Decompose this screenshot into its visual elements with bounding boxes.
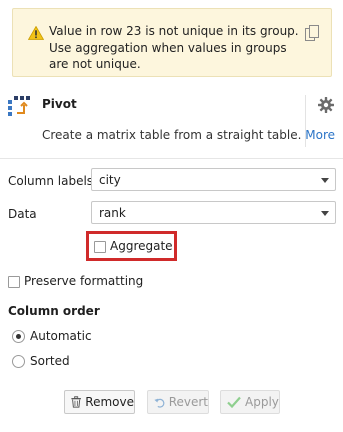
copy-icon[interactable]	[305, 25, 319, 41]
checkmark-icon	[227, 396, 241, 408]
widget-title: Pivot	[42, 97, 77, 111]
column-order-title: Column order	[8, 304, 100, 318]
aggregate-checkbox[interactable]	[94, 241, 106, 253]
revert-button-label: Revert	[168, 395, 208, 409]
sorted-label[interactable]: Sorted	[30, 354, 70, 368]
apply-button[interactable]: Apply	[220, 390, 280, 414]
pivot-icon	[8, 96, 30, 116]
widget-description: Create a matrix table from a straight ta…	[42, 128, 335, 142]
apply-button-label: Apply	[245, 395, 279, 409]
chevron-down-icon	[321, 211, 329, 216]
column-labels-value: city	[99, 173, 121, 187]
trash-icon	[71, 396, 81, 408]
aggregate-label[interactable]: Aggregate	[110, 239, 173, 253]
undo-icon	[154, 398, 165, 408]
remove-button[interactable]: Remove	[64, 390, 135, 414]
remove-button-label: Remove	[85, 395, 134, 409]
chevron-down-icon	[321, 178, 329, 183]
warning-banner: Value in row 23 is not unique in its gro…	[12, 8, 332, 77]
preserve-formatting-label[interactable]: Preserve formatting	[24, 274, 143, 288]
more-link[interactable]: More	[305, 128, 335, 142]
data-select[interactable]: rank	[91, 201, 336, 224]
sorted-radio[interactable]	[12, 355, 25, 368]
revert-button[interactable]: Revert	[147, 390, 209, 414]
column-labels-select[interactable]: city	[91, 168, 336, 191]
automatic-radio[interactable]	[12, 330, 25, 343]
data-value: rank	[99, 206, 126, 220]
warning-message: Value in row 23 is not unique in its gro…	[49, 24, 299, 71]
aggregate-highlight: Aggregate	[86, 231, 177, 261]
header-divider	[305, 95, 306, 147]
gear-icon[interactable]	[318, 97, 334, 113]
data-label: Data	[8, 207, 37, 221]
column-labels-label: Column labels	[8, 174, 94, 188]
section-divider	[0, 158, 343, 159]
automatic-label[interactable]: Automatic	[30, 329, 92, 343]
widget-description-text: Create a matrix table from a straight ta…	[42, 128, 302, 142]
warning-triangle-icon	[28, 26, 44, 40]
preserve-formatting-checkbox[interactable]	[8, 276, 20, 288]
